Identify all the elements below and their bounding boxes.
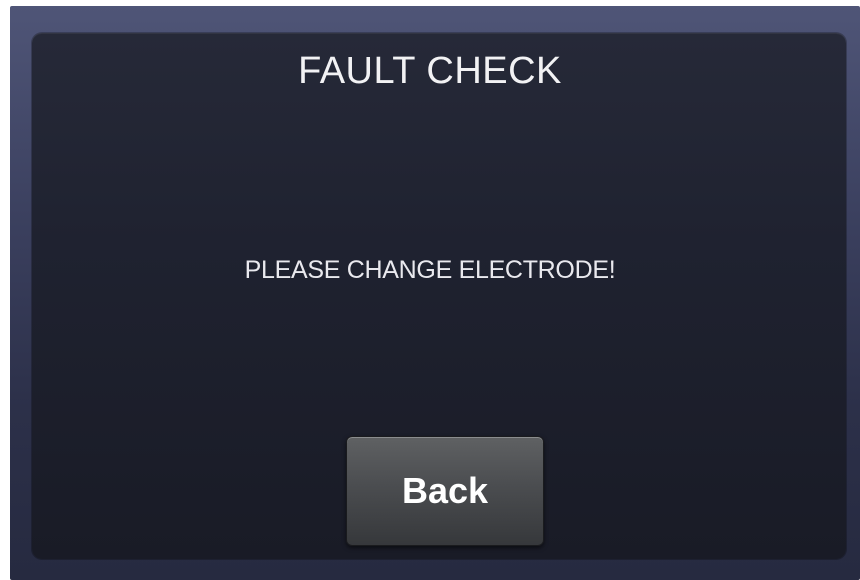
fault-message: PLEASE CHANGE ELECTRODE!: [244, 256, 616, 284]
back-button[interactable]: Back: [346, 436, 544, 546]
dialog-title: FAULT CHECK: [298, 50, 562, 92]
